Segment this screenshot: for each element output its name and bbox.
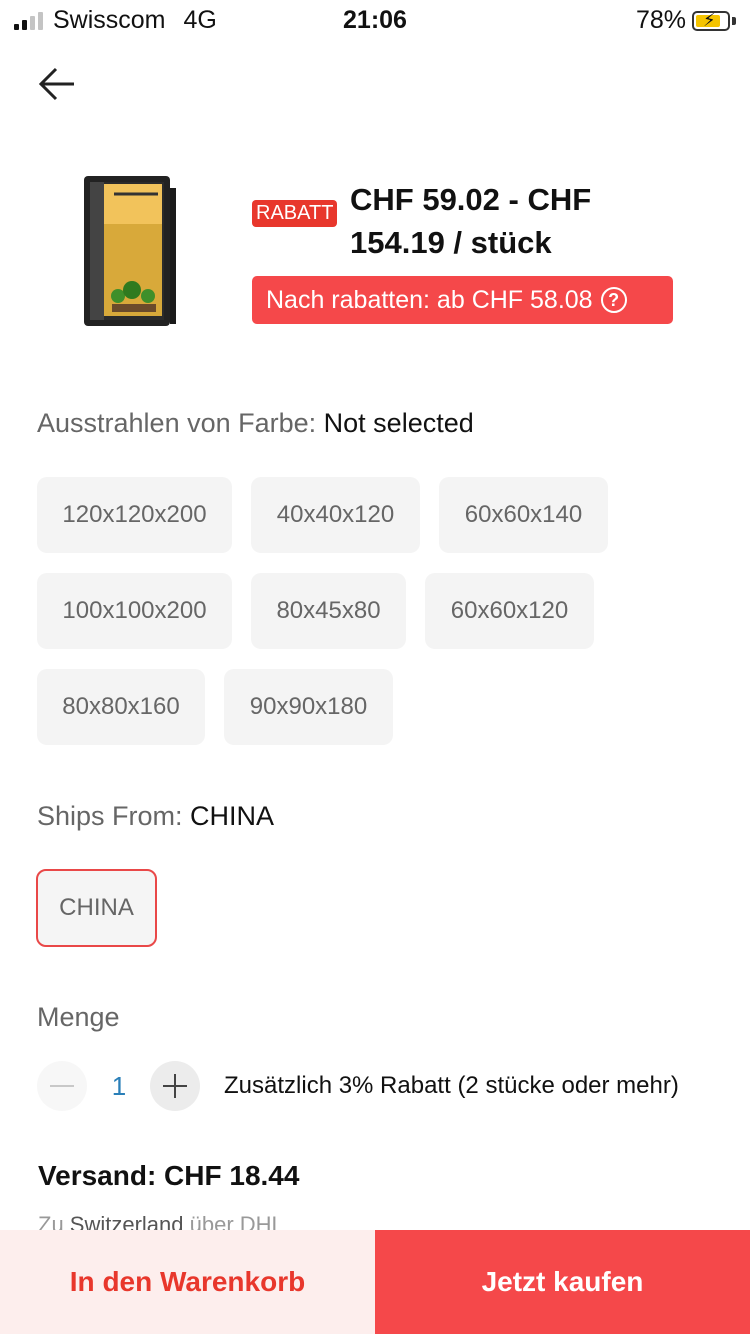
shipping-cost: Versand: CHF 18.44	[38, 1160, 300, 1191]
battery-percent: 78%	[635, 6, 686, 34]
color-label: Ausstrahlen von Farbe: Not selected	[37, 408, 474, 439]
size-option[interactable]: 80x80x160	[37, 669, 205, 745]
bulk-discount-note: Zusätzlich 3% Rabatt (2 stücke oder mehr…	[224, 1072, 679, 1099]
battery-icon: ⚡	[692, 10, 730, 31]
color-selected-value: Not selected	[323, 408, 474, 438]
price-line-1: CHF 59.02 - CHF	[350, 182, 592, 217]
size-option[interactable]: 60x60x140	[439, 477, 608, 553]
battery-tip	[732, 16, 736, 25]
ships-from-label-text: Ships From:	[37, 801, 191, 831]
price-range: CHF 59.02 - CHF 154.19 / stück	[350, 178, 710, 264]
size-option[interactable]: 120x120x200	[37, 477, 232, 553]
status-right: 78% ⚡	[636, 6, 736, 35]
arrow-left-icon	[38, 67, 74, 101]
price-line-2: 154.19 / stück	[350, 225, 552, 260]
quantity-label: Menge	[37, 1002, 120, 1032]
ships-from-label: Ships From: CHINA	[37, 801, 274, 832]
discount-badge: RABATT	[252, 200, 338, 227]
size-option[interactable]: 90x90x180	[224, 669, 393, 745]
size-option[interactable]: 60x60x120	[425, 573, 594, 649]
help-icon[interactable]: ?	[600, 287, 627, 313]
discount-text: Nach rabatten: ab CHF 58.08	[266, 285, 593, 314]
status-bar: Swisscom 4G 21:06 78% ⚡	[0, 0, 750, 40]
grow-tent-image	[84, 176, 176, 326]
quantity-value[interactable]: 1	[104, 1071, 134, 1102]
ship-origin-option[interactable]: CHINA	[36, 869, 157, 947]
size-option[interactable]: 100x100x200	[37, 573, 232, 649]
product-image[interactable]	[70, 168, 230, 348]
color-label-text: Ausstrahlen von Farbe:	[37, 408, 324, 438]
add-to-cart-button[interactable]: In den Warenkorb	[0, 1230, 375, 1334]
decrease-quantity-button[interactable]	[37, 1061, 87, 1111]
bottom-action-bar: In den Warenkorb Jetzt kaufen	[0, 1230, 750, 1334]
discount-info[interactable]: Nach rabatten: ab CHF 58.08 ?	[252, 276, 673, 324]
size-option[interactable]: 80x45x80	[251, 573, 406, 649]
increase-quantity-button[interactable]	[150, 1061, 200, 1111]
ships-from-value: CHINA	[190, 801, 275, 831]
size-option[interactable]: 40x40x120	[251, 477, 420, 553]
back-button[interactable]	[36, 62, 80, 106]
buy-now-button[interactable]: Jetzt kaufen	[375, 1230, 750, 1334]
